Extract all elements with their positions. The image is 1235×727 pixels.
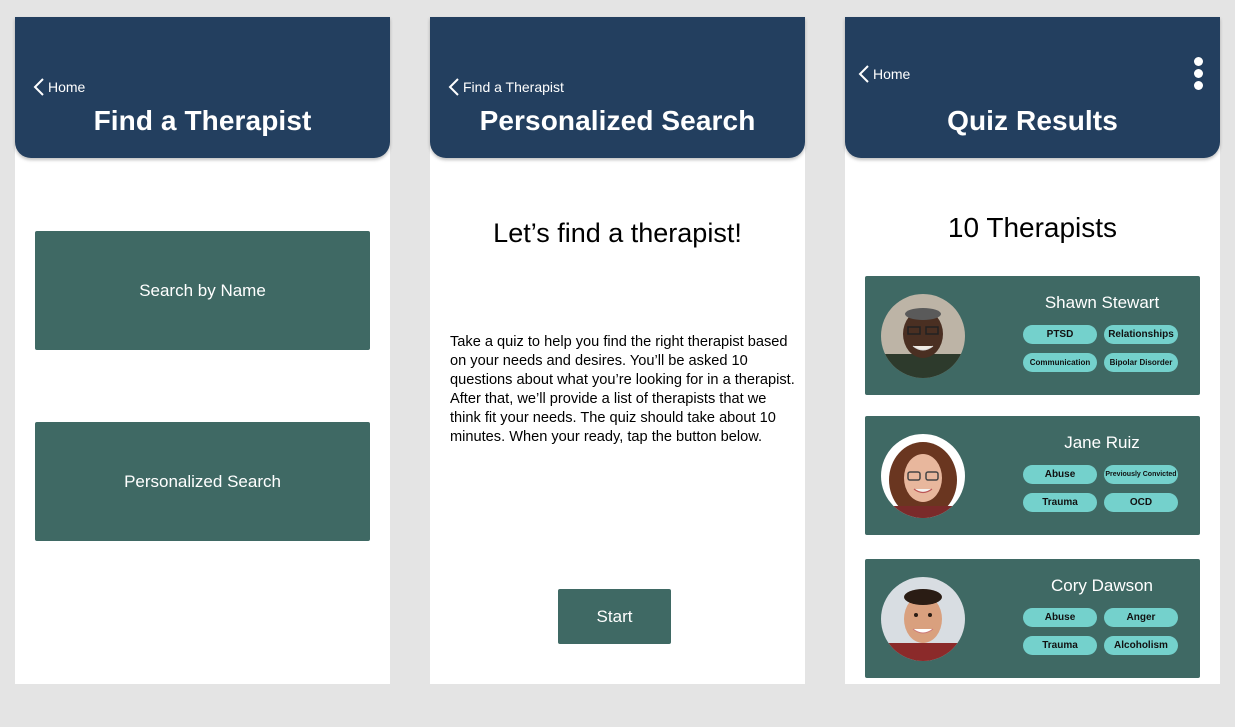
therapist-card[interactable]: Cory Dawson Abuse Anger Trauma Alcoholis…	[865, 559, 1200, 678]
tag-trauma[interactable]: Trauma	[1023, 636, 1097, 655]
header: Home Quiz Results	[845, 17, 1220, 158]
intro-paragraph: Take a quiz to help you find the right t…	[450, 334, 795, 445]
back-button[interactable]: Find a Therapist	[448, 77, 564, 97]
tag-communication[interactable]: Communication	[1023, 353, 1097, 372]
avatar	[881, 434, 965, 518]
specialty-tags: PTSD Relationships Communication Bipolar…	[1023, 325, 1181, 372]
page-title: Find a Therapist	[93, 105, 312, 136]
avatar	[881, 294, 965, 378]
header: Home Find a Therapist	[15, 17, 390, 158]
intro-heading: Let’s find a therapist!	[493, 218, 742, 248]
chevron-left-icon	[448, 78, 459, 96]
page-title: Personalized Search	[479, 105, 756, 136]
more-vertical-icon[interactable]	[1191, 57, 1205, 93]
tag-anger[interactable]: Anger	[1104, 608, 1178, 627]
tag-abuse[interactable]: Abuse	[1023, 608, 1097, 627]
therapist-name: Jane Ruiz	[1064, 433, 1140, 452]
specialty-tags: Abuse Previously Convicted Trauma OCD	[1023, 465, 1181, 512]
specialty-tags: Abuse Anger Trauma Alcoholism	[1023, 608, 1181, 655]
personalized-search-screen: Find a Therapist Personalized Search Let…	[430, 17, 805, 684]
tag-ocd[interactable]: OCD	[1104, 493, 1178, 512]
avatar	[881, 577, 965, 661]
results-count: 10 Therapists	[947, 212, 1118, 243]
therapist-name: Cory Dawson	[1050, 576, 1154, 595]
quiz-results-screen: Home Quiz Results 10 Therapists Shawn St…	[845, 17, 1220, 684]
tag-bipolar-disorder[interactable]: Bipolar Disorder	[1104, 353, 1178, 372]
therapist-card[interactable]: Jane Ruiz Abuse Previously Convicted Tra…	[865, 416, 1200, 535]
tag-trauma[interactable]: Trauma	[1023, 493, 1097, 512]
find-therapist-screen: Home Find a Therapist Search by Name Per…	[15, 17, 390, 684]
tag-alcoholism[interactable]: Alcoholism	[1104, 636, 1178, 655]
search-by-name-button[interactable]: Search by Name	[35, 231, 370, 350]
tag-ptsd[interactable]: PTSD	[1023, 325, 1097, 344]
tag-abuse[interactable]: Abuse	[1023, 465, 1097, 484]
therapist-card[interactable]: Shawn Stewart PTSD Relationships Communi…	[865, 276, 1200, 395]
back-label: Home	[48, 79, 86, 95]
back-label: Find a Therapist	[463, 79, 564, 95]
chevron-left-icon	[33, 78, 44, 96]
personalized-search-button[interactable]: Personalized Search	[35, 422, 370, 541]
header: Find a Therapist Personalized Search	[430, 17, 805, 158]
back-button[interactable]: Home	[33, 77, 85, 97]
tag-previously-convicted[interactable]: Previously Convicted	[1104, 465, 1178, 484]
therapist-name: Shawn Stewart	[1044, 293, 1160, 312]
start-button[interactable]: Start	[558, 589, 671, 644]
chevron-left-icon	[858, 65, 869, 83]
page-title: Quiz Results	[947, 105, 1118, 136]
back-button[interactable]: Home	[858, 64, 910, 84]
back-label: Home	[873, 66, 911, 82]
tag-relationships[interactable]: Relationships	[1104, 325, 1178, 344]
